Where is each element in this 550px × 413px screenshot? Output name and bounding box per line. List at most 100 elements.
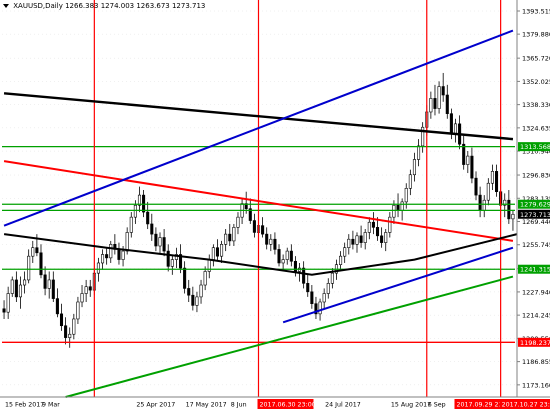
candle-body — [429, 98, 433, 113]
candle-body — [281, 259, 285, 264]
candle-body — [380, 235, 384, 243]
candle-body — [101, 254, 105, 264]
candle-body — [343, 247, 347, 257]
price-tick-label: 1186.855 — [522, 358, 550, 366]
candle-body — [453, 123, 458, 135]
candle-body — [211, 247, 215, 260]
candle-body — [495, 171, 499, 193]
price-tick-label: 1324.635 — [522, 124, 550, 132]
candle-body — [96, 262, 100, 274]
candle-body — [441, 86, 445, 96]
candle-body — [339, 255, 343, 265]
candle-body — [31, 247, 35, 257]
candle-body — [14, 279, 18, 298]
price-chart[interactable]: 1393.515 1379.880 1365.720 1352.025 1338.330… — [0, 0, 550, 413]
dropdown-arrow-icon — [3, 4, 9, 8]
candle-body — [388, 216, 392, 233]
candle-body — [392, 204, 396, 218]
price-tick-label: 1173.160 — [522, 381, 550, 389]
candle-body — [23, 279, 27, 286]
candle-body — [322, 293, 326, 303]
time-tick-label: 17 May 2017 — [186, 402, 227, 409]
price-label-text: 1241.315 — [520, 266, 550, 274]
candle-body — [445, 94, 449, 114]
chart-background — [0, 0, 550, 413]
candle-body — [35, 247, 39, 254]
candle-body — [39, 252, 43, 276]
candle-body — [55, 298, 59, 315]
candle-body — [252, 220, 256, 233]
symbol-label: XAUUSD,Daily 1266.383 1274.003 1263.673 … — [3, 2, 205, 10]
price-tick-label: 1255.745 — [522, 241, 550, 249]
candle — [437, 81, 441, 114]
candle-body — [203, 271, 207, 286]
time-event-label: 2017.10.27 23:00 — [502, 402, 550, 409]
time-tick-label: 6 Sep — [428, 402, 446, 409]
candle-body — [482, 199, 486, 211]
candle-body — [72, 318, 76, 335]
candle-body — [371, 221, 375, 228]
candle-body — [265, 233, 269, 245]
candle-body — [68, 333, 72, 338]
candle-body — [261, 225, 265, 235]
price-tick-label: 1214.245 — [522, 312, 550, 320]
candle-body — [6, 293, 10, 313]
candle-body — [449, 113, 453, 135]
candle-body — [478, 194, 482, 211]
time-tick-label: 15 Aug 2017 — [391, 402, 431, 409]
price-tick-label: 1352.025 — [522, 78, 550, 86]
candle-body — [10, 279, 14, 294]
candle-body — [474, 177, 478, 196]
candle-body — [236, 216, 240, 228]
candle-body — [43, 274, 47, 289]
candle-body — [27, 255, 31, 281]
candle-body — [347, 238, 351, 249]
candle-body — [64, 325, 68, 338]
candle-body — [302, 267, 306, 284]
candle-body — [277, 249, 281, 264]
candle-body — [51, 279, 55, 299]
candle-body — [269, 238, 273, 245]
price-label-text: 1313.568 — [520, 143, 550, 151]
time-tick-label: 25 Apr 2017 — [136, 402, 175, 409]
candle-body — [433, 98, 437, 109]
candle-body — [470, 155, 474, 179]
candle-body — [330, 272, 334, 284]
candle-body — [59, 313, 64, 327]
candle-body — [109, 244, 113, 259]
candle-body — [146, 211, 150, 225]
candle-body — [199, 284, 203, 298]
symbol-name: XAUUSD,Daily — [13, 2, 63, 10]
price-tick-label: 1379.880 — [522, 31, 550, 39]
candle-body — [191, 294, 195, 306]
price-label-text: 1198.237 — [520, 339, 550, 347]
candle-body — [154, 233, 158, 247]
candle-body — [507, 199, 511, 220]
candle-body — [18, 284, 22, 298]
candle-body — [183, 267, 187, 289]
candle-body — [47, 279, 51, 289]
candle-body — [355, 235, 359, 245]
candle-body — [306, 283, 310, 293]
candle-body — [232, 227, 236, 242]
candle-body — [359, 235, 363, 243]
candle-body — [117, 249, 121, 260]
candle-body — [310, 291, 314, 304]
candle-body — [363, 232, 367, 243]
candle-body — [412, 159, 416, 176]
candle-body — [150, 223, 154, 235]
candle-body — [187, 288, 191, 296]
candle-body — [125, 232, 129, 252]
candle-body — [384, 232, 388, 243]
candle-body — [289, 250, 293, 262]
candle-body — [375, 227, 380, 237]
candle-body — [105, 254, 109, 259]
candle-body — [121, 250, 125, 260]
time-tick-label: 24 Jul 2017 — [325, 402, 361, 409]
candle-body — [285, 250, 289, 260]
candle-body — [437, 86, 441, 109]
price-tick-label: 1269.440 — [522, 218, 550, 226]
candle-body — [195, 296, 199, 306]
candle-body — [224, 233, 228, 245]
candle-body — [129, 216, 133, 233]
